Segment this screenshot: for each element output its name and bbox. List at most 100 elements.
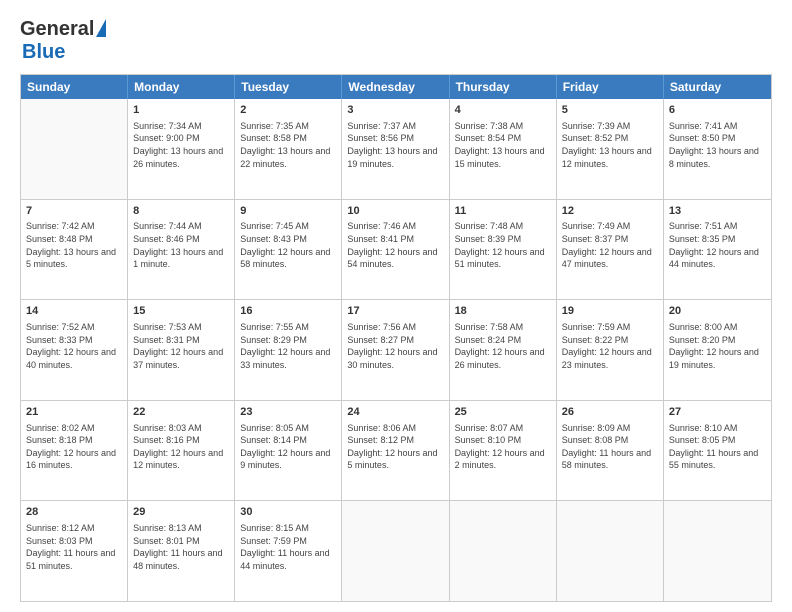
cell-info: Sunrise: 7:59 AMSunset: 8:22 PMDaylight:… — [562, 321, 658, 371]
weekday-header-monday: Monday — [128, 75, 235, 99]
calendar-cell-0-0 — [21, 99, 128, 199]
cell-info: Sunrise: 8:03 AMSunset: 8:16 PMDaylight:… — [133, 422, 229, 472]
cell-info: Sunrise: 7:42 AMSunset: 8:48 PMDaylight:… — [26, 220, 122, 270]
calendar-cell-2-4: 18Sunrise: 7:58 AMSunset: 8:24 PMDayligh… — [450, 300, 557, 400]
calendar-cell-3-0: 21Sunrise: 8:02 AMSunset: 8:18 PMDayligh… — [21, 401, 128, 501]
cell-info: Sunrise: 7:44 AMSunset: 8:46 PMDaylight:… — [133, 220, 229, 270]
calendar-cell-4-2: 30 Sunrise: 8:15 AMSunset: 7:59 PMDayligh… — [235, 501, 342, 601]
calendar-cell-4-1: 29Sunrise: 8:13 AMSunset: 8:01 PMDayligh… — [128, 501, 235, 601]
calendar-cell-3-4: 25 Sunrise: 8:07 AMSunset: 8:10 PMDayligh… — [450, 401, 557, 501]
cell-info: Sunrise: 8:06 AMSunset: 8:12 PMDaylight:… — [347, 422, 443, 472]
calendar-cell-4-4 — [450, 501, 557, 601]
day-number: 8 — [133, 204, 229, 219]
day-number: 28 — [26, 505, 122, 520]
logo: General Blue — [20, 18, 106, 64]
calendar-cell-2-0: 14 Sunrise: 7:52 AMSunset: 8:33 PMDayligh… — [21, 300, 128, 400]
day-number: 27 — [669, 405, 766, 420]
day-number: 10 — [347, 204, 443, 219]
logo-general-text: General — [20, 18, 94, 41]
cell-info: Sunrise: 8:05 AMSunset: 8:14 PMDaylight:… — [240, 422, 336, 472]
cell-info: Sunrise: 8:10 AMSunset: 8:05 PMDaylight:… — [669, 422, 766, 472]
calendar-header: SundayMondayTuesdayWednesdayThursdayFrid… — [21, 75, 771, 99]
day-number: 3 — [347, 103, 443, 118]
cell-info: Sunrise: 8:09 AMSunset: 8:08 PMDaylight:… — [562, 422, 658, 472]
weekday-header-wednesday: Wednesday — [342, 75, 449, 99]
day-number: 9 — [240, 204, 336, 219]
calendar-cell-1-1: 8Sunrise: 7:44 AMSunset: 8:46 PMDaylight… — [128, 200, 235, 300]
calendar-cell-4-0: 28 Sunrise: 8:12 AMSunset: 8:03 PMDayligh… — [21, 501, 128, 601]
calendar-cell-1-5: 12Sunrise: 7:49 AMSunset: 8:37 PMDayligh… — [557, 200, 664, 300]
calendar-cell-4-5 — [557, 501, 664, 601]
calendar-cell-1-4: 11Sunrise: 7:48 AMSunset: 8:39 PMDayligh… — [450, 200, 557, 300]
calendar-cell-4-6 — [664, 501, 771, 601]
cell-info: Sunrise: 7:41 AMSunset: 8:50 PMDaylight:… — [669, 120, 766, 170]
calendar-cell-3-5: 26 Sunrise: 8:09 AMSunset: 8:08 PMDayligh… — [557, 401, 664, 501]
cell-info: Sunrise: 7:58 AMSunset: 8:24 PMDaylight:… — [455, 321, 551, 371]
calendar-cell-3-1: 22Sunrise: 8:03 AMSunset: 8:16 PMDayligh… — [128, 401, 235, 501]
cell-info: Sunrise: 7:46 AMSunset: 8:41 PMDaylight:… — [347, 220, 443, 270]
calendar: SundayMondayTuesdayWednesdayThursdayFrid… — [20, 74, 772, 602]
calendar-cell-0-1: 1Sunrise: 7:34 AMSunset: 9:00 PMDaylight… — [128, 99, 235, 199]
day-number: 11 — [455, 204, 551, 219]
calendar-row-4: 28 Sunrise: 8:12 AMSunset: 8:03 PMDayligh… — [21, 501, 771, 601]
day-number: 7 — [26, 204, 122, 219]
day-number: 1 — [133, 103, 229, 118]
calendar-cell-0-6: 6 Sunrise: 7:41 AMSunset: 8:50 PMDaylight… — [664, 99, 771, 199]
day-number: 4 — [455, 103, 551, 118]
calendar-cell-2-5: 19 Sunrise: 7:59 AMSunset: 8:22 PMDayligh… — [557, 300, 664, 400]
day-number: 29 — [133, 505, 229, 520]
day-number: 20 — [669, 304, 766, 319]
cell-info: Sunrise: 7:37 AMSunset: 8:56 PMDaylight:… — [347, 120, 443, 170]
calendar-cell-2-2: 16Sunrise: 7:55 AMSunset: 8:29 PMDayligh… — [235, 300, 342, 400]
logo-blue-text: Blue — [22, 41, 65, 64]
day-number: 19 — [562, 304, 658, 319]
cell-info: Sunrise: 7:53 AMSunset: 8:31 PMDaylight:… — [133, 321, 229, 371]
calendar-cell-1-2: 9Sunrise: 7:45 AMSunset: 8:43 PMDaylight… — [235, 200, 342, 300]
weekday-header-friday: Friday — [557, 75, 664, 99]
calendar-cell-2-6: 20 Sunrise: 8:00 AMSunset: 8:20 PMDayligh… — [664, 300, 771, 400]
calendar-row-0: 1Sunrise: 7:34 AMSunset: 9:00 PMDaylight… — [21, 99, 771, 200]
calendar-row-2: 14 Sunrise: 7:52 AMSunset: 8:33 PMDayligh… — [21, 300, 771, 401]
cell-info: Sunrise: 8:12 AMSunset: 8:03 PMDaylight:… — [26, 522, 122, 572]
calendar-cell-2-1: 15Sunrise: 7:53 AMSunset: 8:31 PMDayligh… — [128, 300, 235, 400]
calendar-cell-1-0: 7Sunrise: 7:42 AMSunset: 8:48 PMDaylight… — [21, 200, 128, 300]
cell-info: Sunrise: 7:39 AMSunset: 8:52 PMDaylight:… — [562, 120, 658, 170]
day-number: 17 — [347, 304, 443, 319]
day-number: 24 — [347, 405, 443, 420]
day-number: 6 — [669, 103, 766, 118]
calendar-row-3: 21Sunrise: 8:02 AMSunset: 8:18 PMDayligh… — [21, 401, 771, 502]
weekday-header-tuesday: Tuesday — [235, 75, 342, 99]
day-number: 30 — [240, 505, 336, 520]
day-number: 25 — [455, 405, 551, 420]
calendar-cell-0-3: 3 Sunrise: 7:37 AMSunset: 8:56 PMDaylight… — [342, 99, 449, 199]
cell-info: Sunrise: 8:00 AMSunset: 8:20 PMDaylight:… — [669, 321, 766, 371]
cell-info: Sunrise: 7:56 AMSunset: 8:27 PMDaylight:… — [347, 321, 443, 371]
calendar-cell-3-6: 27 Sunrise: 8:10 AMSunset: 8:05 PMDayligh… — [664, 401, 771, 501]
cell-info: Sunrise: 7:49 AMSunset: 8:37 PMDaylight:… — [562, 220, 658, 270]
cell-info: Sunrise: 7:45 AMSunset: 8:43 PMDaylight:… — [240, 220, 336, 270]
cell-info: Sunrise: 8:07 AMSunset: 8:10 PMDaylight:… — [455, 422, 551, 472]
calendar-cell-3-3: 24 Sunrise: 8:06 AMSunset: 8:12 PMDayligh… — [342, 401, 449, 501]
calendar-cell-0-5: 5 Sunrise: 7:39 AMSunset: 8:52 PMDaylight… — [557, 99, 664, 199]
page: General Blue SundayMondayTuesdayWednesda… — [0, 0, 792, 612]
calendar-cell-3-2: 23 Sunrise: 8:05 AMSunset: 8:14 PMDayligh… — [235, 401, 342, 501]
calendar-body: 1Sunrise: 7:34 AMSunset: 9:00 PMDaylight… — [21, 99, 771, 601]
day-number: 21 — [26, 405, 122, 420]
calendar-cell-1-3: 10Sunrise: 7:46 AMSunset: 8:41 PMDayligh… — [342, 200, 449, 300]
day-number: 23 — [240, 405, 336, 420]
cell-info: Sunrise: 7:38 AMSunset: 8:54 PMDaylight:… — [455, 120, 551, 170]
day-number: 5 — [562, 103, 658, 118]
calendar-cell-2-3: 17 Sunrise: 7:56 AMSunset: 8:27 PMDayligh… — [342, 300, 449, 400]
weekday-header-saturday: Saturday — [664, 75, 771, 99]
cell-info: Sunrise: 7:48 AMSunset: 8:39 PMDaylight:… — [455, 220, 551, 270]
day-number: 26 — [562, 405, 658, 420]
calendar-cell-0-2: 2Sunrise: 7:35 AMSunset: 8:58 PMDaylight… — [235, 99, 342, 199]
cell-info: Sunrise: 7:55 AMSunset: 8:29 PMDaylight:… — [240, 321, 336, 371]
calendar-cell-0-4: 4 Sunrise: 7:38 AMSunset: 8:54 PMDaylight… — [450, 99, 557, 199]
day-number: 14 — [26, 304, 122, 319]
cell-info: Sunrise: 7:51 AMSunset: 8:35 PMDaylight:… — [669, 220, 766, 270]
day-number: 12 — [562, 204, 658, 219]
cell-info: Sunrise: 8:15 AMSunset: 7:59 PMDaylight:… — [240, 522, 336, 572]
cell-info: Sunrise: 7:35 AMSunset: 8:58 PMDaylight:… — [240, 120, 336, 170]
cell-info: Sunrise: 7:52 AMSunset: 8:33 PMDaylight:… — [26, 321, 122, 371]
